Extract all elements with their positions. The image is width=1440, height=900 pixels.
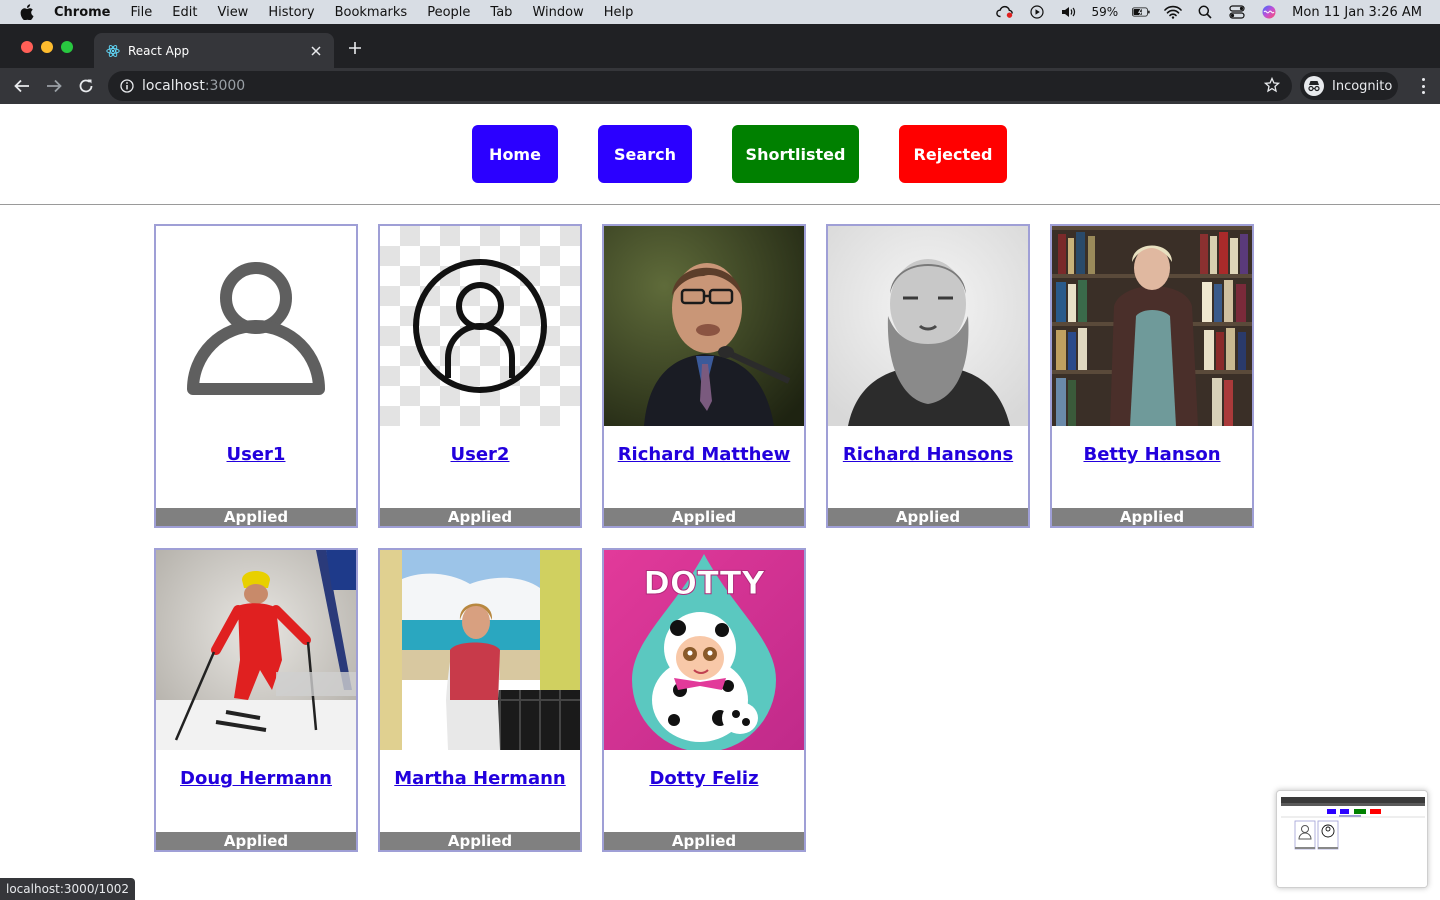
home-button[interactable]: Home (472, 125, 558, 183)
candidate-name-link[interactable]: Martha Hermann (380, 768, 580, 789)
apple-icon[interactable] (20, 4, 38, 20)
rejected-button[interactable]: Rejected (899, 125, 1007, 183)
candidate-card[interactable]: Martha Hermann Applied (378, 548, 582, 852)
status-badge: Applied (156, 508, 356, 526)
siri-icon[interactable] (1260, 5, 1278, 19)
man-speaking-photo (604, 226, 804, 426)
menu-view[interactable]: View (217, 5, 248, 20)
incognito-icon (1304, 76, 1324, 96)
bookmark-star-icon[interactable] (1263, 76, 1281, 97)
status-badge: Applied (380, 508, 580, 526)
window-minimize-button[interactable] (41, 41, 53, 53)
url-host: localhost (142, 78, 205, 94)
candidate-name-link[interactable]: Dotty Feliz (604, 768, 804, 789)
candidate-name-link[interactable]: Doug Hermann (156, 768, 356, 789)
woman-balcony-photo (380, 550, 580, 750)
browser-menu-icon[interactable] (1420, 76, 1426, 96)
circle-user-icon (380, 226, 580, 426)
status-badge: Applied (604, 832, 804, 850)
back-arrow-icon[interactable] (10, 74, 34, 98)
status-badge: Applied (604, 508, 804, 526)
candidate-name-link[interactable]: Richard Hansons (828, 444, 1028, 465)
new-tab-plus-icon[interactable] (344, 37, 366, 59)
dotty-cartoon-photo: DOTTY (604, 550, 804, 750)
status-badge: Applied (156, 832, 356, 850)
search-button[interactable]: Search (598, 125, 692, 183)
status-badge: Applied (1052, 508, 1252, 526)
window-zoom-button[interactable] (61, 41, 73, 53)
address-bar[interactable]: localhost:3000 (108, 71, 1292, 101)
play-icon[interactable] (1028, 5, 1046, 19)
menu-app-name[interactable]: Chrome (54, 5, 111, 20)
page-viewport: Home Search Shortlisted Rejected User1 A… (0, 104, 1440, 900)
woman-bookshelf-photo (1052, 226, 1252, 426)
candidate-card[interactable]: Richard Matthew Applied (602, 224, 806, 528)
hover-link-status: localhost:3000/1002 (0, 878, 136, 900)
browser-tab-strip: React App (0, 24, 1440, 68)
menubar-status-area: 59% Mon 11 Jan 3:26 AM (995, 0, 1422, 24)
generic-user-icon (156, 226, 356, 426)
menu-tab[interactable]: Tab (490, 5, 512, 20)
old-bearded-man-photo (828, 226, 1028, 426)
creative-cloud-icon[interactable] (995, 5, 1014, 19)
candidate-card[interactable]: Doug Hermann Applied (154, 548, 358, 852)
wifi-icon[interactable] (1164, 5, 1182, 19)
candidate-name-link[interactable]: User2 (380, 444, 580, 465)
window-close-button[interactable] (21, 41, 33, 53)
battery-icon[interactable] (1132, 5, 1150, 19)
site-info-icon[interactable] (120, 79, 134, 93)
menu-window[interactable]: Window (532, 5, 583, 20)
skier-photo (156, 550, 356, 750)
candidate-card[interactable]: DOTTY Dotty Feliz Applied (602, 548, 806, 852)
browser-tab-active[interactable]: React App (94, 33, 334, 68)
menu-people[interactable]: People (427, 5, 470, 20)
macos-menu-bar: Chrome File Edit View History Bookmarks … (0, 0, 1440, 24)
reload-icon[interactable] (74, 74, 98, 98)
candidate-card[interactable]: Betty Hanson Applied (1050, 224, 1254, 528)
menu-bookmarks[interactable]: Bookmarks (335, 5, 408, 20)
status-badge: Applied (828, 508, 1028, 526)
candidate-card[interactable]: Richard Hansons Applied (826, 224, 1030, 528)
tab-title: React App (128, 43, 190, 58)
app-navbar: Home Search Shortlisted Rejected (0, 104, 1440, 205)
screenshot-thumbnail-preview[interactable] (1276, 790, 1428, 888)
battery-percent: 59% (1091, 5, 1119, 19)
react-logo-icon (106, 44, 120, 58)
candidate-name-link[interactable]: Betty Hanson (1052, 444, 1252, 465)
volume-icon[interactable] (1060, 5, 1078, 19)
forward-arrow-icon[interactable] (42, 74, 66, 98)
spotlight-search-icon[interactable] (1196, 5, 1214, 19)
menu-file[interactable]: File (131, 5, 153, 20)
tab-close-icon[interactable] (304, 39, 328, 63)
menubar-datetime: Mon 11 Jan 3:26 AM (1292, 4, 1422, 20)
dotty-logo-text: DOTTY (643, 564, 765, 602)
profile-label: Incognito (1332, 78, 1393, 94)
candidate-name-link[interactable]: Richard Matthew (604, 444, 804, 465)
candidate-card[interactable]: User2 Applied (378, 224, 582, 528)
shortlisted-button[interactable]: Shortlisted (732, 125, 859, 183)
incognito-profile-button[interactable]: Incognito (1300, 72, 1398, 100)
candidate-card[interactable]: User1 Applied (154, 224, 358, 528)
menu-history[interactable]: History (268, 5, 314, 20)
url-port: :3000 (204, 78, 246, 94)
control-center-icon[interactable] (1228, 5, 1246, 19)
browser-toolbar: localhost:3000 Incognito (0, 68, 1440, 104)
status-badge: Applied (380, 832, 580, 850)
menu-help[interactable]: Help (604, 5, 634, 20)
candidate-name-link[interactable]: User1 (156, 444, 356, 465)
menu-edit[interactable]: Edit (172, 5, 197, 20)
